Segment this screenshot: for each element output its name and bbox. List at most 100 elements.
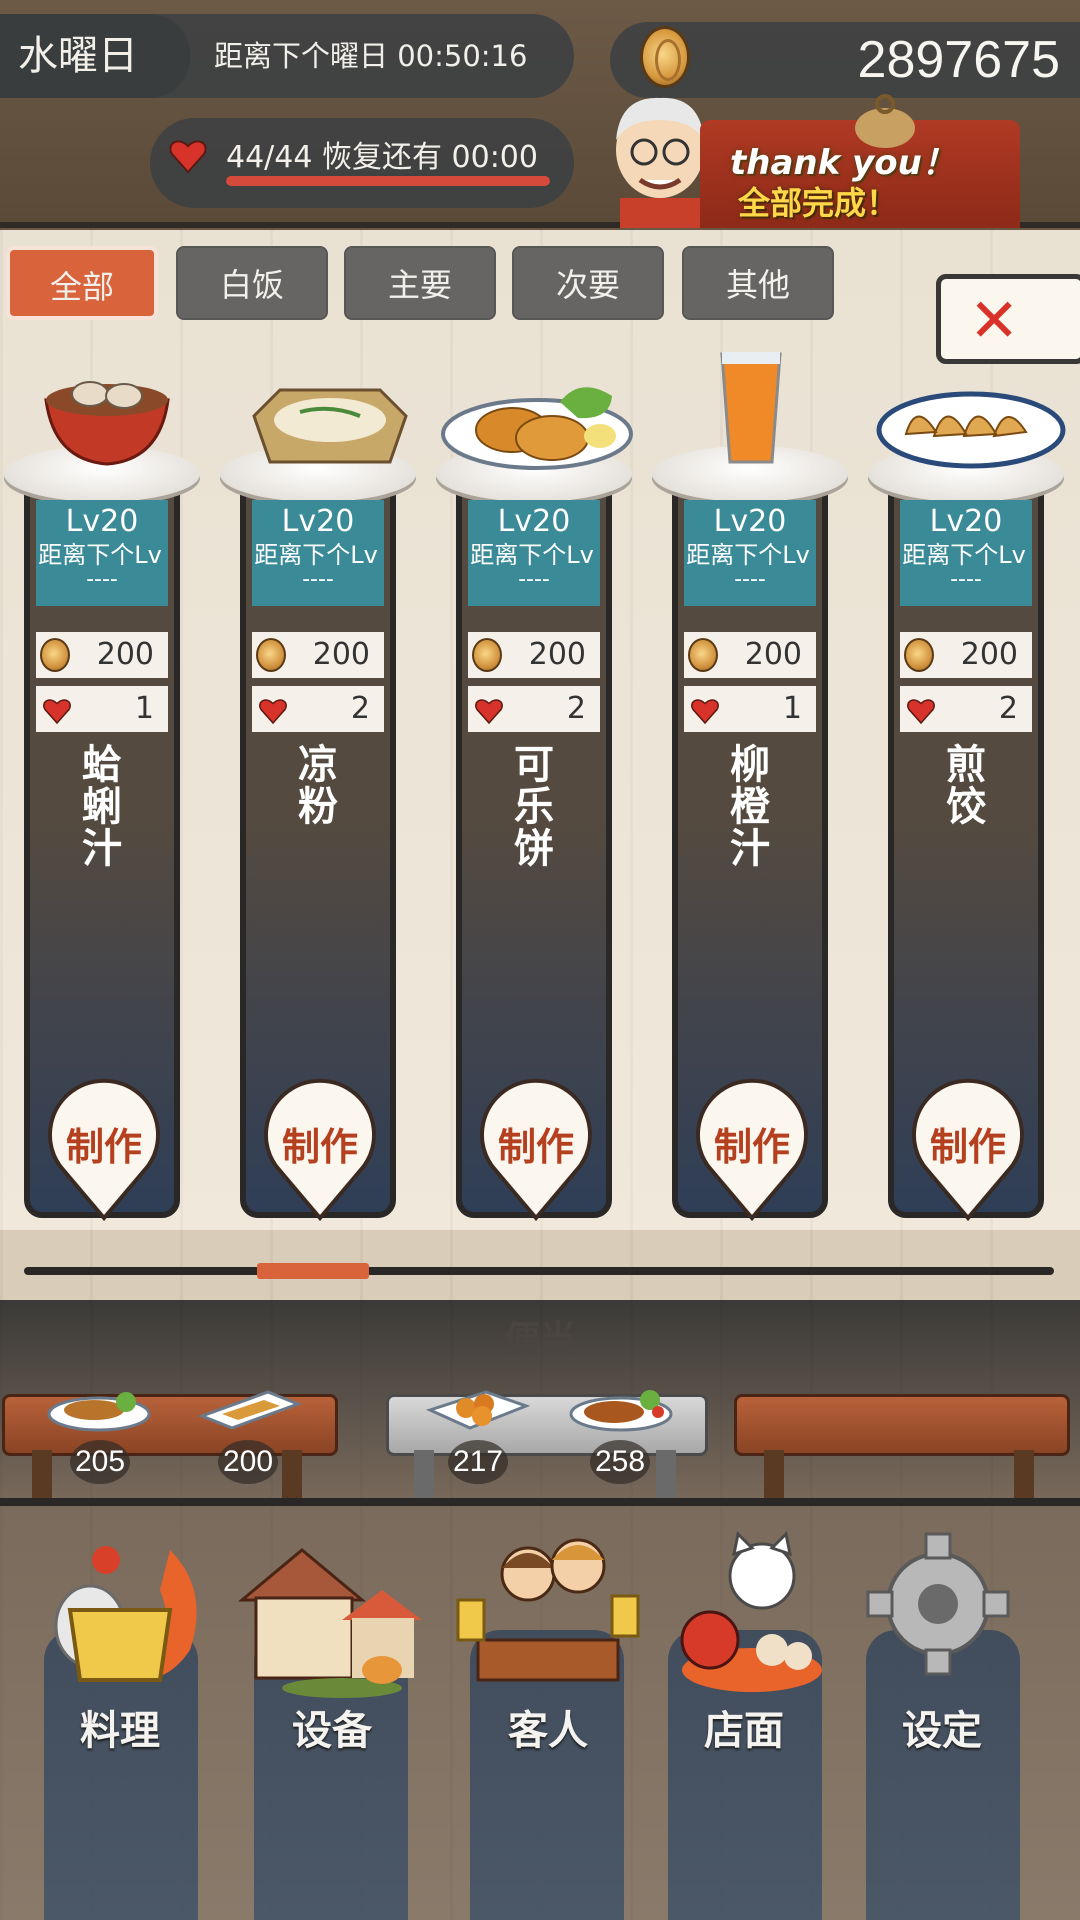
coin-icon [472, 638, 502, 672]
close-button[interactable]: ✕ [936, 274, 1080, 364]
tab-main[interactable]: 主要 [344, 246, 496, 320]
tab-rice[interactable]: 白饭 [176, 246, 328, 320]
stamina-text: 44/44 恢复还有 00:00 [226, 140, 538, 175]
dish-name-char: 蜊 [82, 784, 122, 830]
tab-all[interactable]: 全部 [6, 246, 158, 320]
day-countdown: 距离下个曜日 00:50:16 [214, 39, 528, 73]
dish-next-level-label: 距离下个Lv [902, 541, 1026, 569]
dish-likes: 2 [998, 691, 1018, 726]
coin-icon [40, 638, 70, 672]
dish-level: Lv20 [497, 504, 571, 539]
dish-card[interactable]: Lv20 距离下个Lv ---- 200 2 煎饺制作 [868, 446, 1064, 1222]
dish-name: 蛤蜊汁 [36, 744, 168, 870]
nav-customers-label[interactable]: 客人 [448, 1698, 648, 1756]
dish-next-level-label: 距离下个Lv [686, 541, 810, 569]
table-leg [764, 1450, 784, 1498]
dish-name-char: 汁 [730, 826, 770, 872]
tab-side[interactable]: 次要 [512, 246, 664, 320]
dish-cost: 200 [96, 637, 154, 672]
croquette-icon [441, 387, 633, 470]
lucky-cat-icon[interactable] [652, 1530, 852, 1700]
make-button[interactable]: 制作 [478, 1116, 594, 1171]
dish-level-box: Lv20 距离下个Lv ---- [252, 500, 384, 606]
dish-name: 凉粉 [252, 744, 384, 828]
dish-cost-row: 200 [252, 632, 384, 678]
dish-name: 柳橙汁 [684, 744, 816, 870]
nav-shop-label[interactable]: 店面 [644, 1698, 844, 1756]
table-top [734, 1394, 1070, 1456]
customers-icon[interactable] [448, 1530, 648, 1700]
bento-price-2: 200 [218, 1440, 278, 1484]
bento-price-3: 217 [448, 1440, 508, 1484]
dish-next-level-value: ---- [950, 567, 982, 592]
coin-icon [256, 638, 286, 672]
bento-cutlet-icon[interactable] [568, 1382, 674, 1432]
dish-level-box: Lv20 距离下个Lv ---- [36, 500, 168, 606]
dish-card[interactable]: Lv20 距离下个Lv ---- 200 2 可乐饼制作 [436, 446, 632, 1222]
dish-name-char: 粉 [298, 784, 338, 830]
dish-likes-row: 2 [252, 686, 384, 732]
dish-name-char: 可 [514, 742, 554, 788]
dish-likes-row: 1 [36, 686, 168, 732]
dish-likes: 2 [350, 691, 370, 726]
dish-next-level-value: ---- [734, 567, 766, 592]
coin-icon [688, 638, 718, 672]
bento-price-4: 258 [590, 1440, 650, 1484]
dish-next-level-value: ---- [302, 567, 334, 592]
make-button[interactable]: 制作 [694, 1116, 810, 1171]
bento-fish-icon[interactable] [46, 1384, 152, 1432]
house-icon[interactable] [232, 1530, 432, 1700]
heart-icon [258, 694, 288, 725]
gyoza-icon [876, 391, 1066, 469]
table-leg [656, 1450, 676, 1498]
dish-cost: 200 [744, 637, 802, 672]
thank-you-text: thank you！ [730, 143, 956, 183]
dish-level-box: Lv20 距离下个Lv ---- [468, 500, 600, 606]
dish-name-char: 乐 [514, 784, 554, 830]
bento-grilled-fish-icon[interactable] [198, 1386, 302, 1432]
table-leg [414, 1450, 434, 1498]
dish-likes: 1 [134, 691, 154, 726]
stamina-bar [226, 176, 550, 186]
heart-icon [690, 694, 720, 725]
nav-settings-label[interactable]: 设定 [842, 1698, 1042, 1756]
make-button[interactable]: 制作 [910, 1116, 1026, 1171]
dish-cost-row: 200 [900, 632, 1032, 678]
coin-icon [904, 638, 934, 672]
bento-table-3[interactable] [734, 1394, 1070, 1498]
dish-scrollbar-thumb[interactable] [257, 1263, 369, 1279]
make-button[interactable]: 制作 [262, 1116, 378, 1171]
tab-other[interactable]: 其他 [682, 246, 834, 320]
dish-card[interactable]: Lv20 距离下个Lv ---- 200 1 蛤蜊汁制作 [4, 446, 200, 1222]
dish-cost-row: 200 [36, 632, 168, 678]
cooking-pot-icon[interactable] [20, 1530, 220, 1700]
dish-likes: 1 [782, 691, 802, 726]
weekday-label: 水曜日 [0, 14, 190, 98]
dish-next-level-label: 距离下个Lv [254, 541, 378, 569]
nav-cooking-label[interactable]: 料理 [20, 1698, 220, 1756]
bento-title: 便当 [503, 1319, 576, 1360]
heart-icon [169, 140, 207, 174]
dish-name-char: 饼 [514, 826, 554, 872]
dish-likes-row: 2 [900, 686, 1032, 732]
close-icon: ✕ [969, 286, 1020, 356]
gear-icon[interactable] [840, 1530, 1040, 1700]
dish-next-level-label: 距离下个Lv [470, 541, 594, 569]
nav-equipment-label[interactable]: 设备 [232, 1698, 432, 1756]
dish-cost-row: 200 [468, 632, 600, 678]
dish-likes-row: 2 [468, 686, 600, 732]
dish-level-box: Lv20 距离下个Lv ---- [684, 500, 816, 606]
dish-name: 可乐饼 [468, 744, 600, 870]
dish-card[interactable]: Lv20 距离下个Lv ---- 200 2 凉粉制作 [220, 446, 416, 1222]
table-leg [1014, 1450, 1034, 1498]
bento-price-1: 205 [70, 1440, 130, 1484]
dish-card[interactable]: Lv20 距离下个Lv ---- 200 1 柳橙汁制作 [652, 446, 848, 1222]
counter-base [0, 1498, 1080, 1506]
make-button[interactable]: 制作 [46, 1116, 162, 1171]
bento-karaage-icon[interactable] [426, 1386, 530, 1432]
heart-icon [906, 694, 936, 725]
dish-scrollbar[interactable] [24, 1267, 1054, 1275]
dish-name-char: 饺 [946, 784, 986, 830]
dish-next-level-label: 距离下个Lv [38, 541, 162, 569]
dish-level: Lv20 [713, 504, 787, 539]
